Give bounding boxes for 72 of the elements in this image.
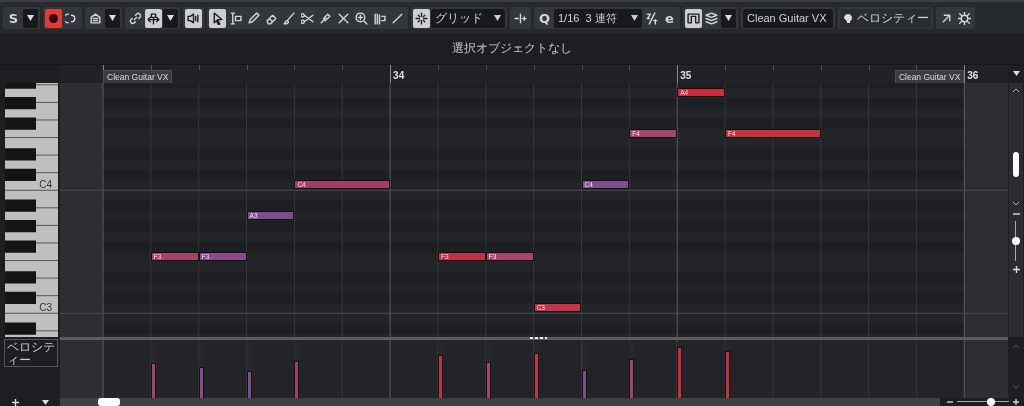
insert-icon [514,11,527,25]
speaker-icon [187,11,200,25]
scrollbar-thumb[interactable] [98,398,120,406]
scroll-down-icon[interactable] [1012,201,1020,207]
zoom-out-icon[interactable] [1011,211,1021,217]
velocity-bar[interactable] [198,367,204,398]
bracket-button[interactable] [685,8,702,28]
key-label: C4 [39,179,52,190]
pencil-icon [247,11,260,25]
stack-icon [705,11,718,25]
zoom-slider-thumb[interactable] [986,398,995,406]
bar-number: 36 [967,70,979,81]
fraction-icon [645,11,658,25]
dropdown[interactable]: 1/16 3 連符 [554,8,642,28]
caret-icon [167,15,174,21]
add-icon[interactable] [10,397,20,406]
dropdown-arrow-button[interactable] [163,8,178,28]
velocity-bar[interactable] [294,361,300,398]
horizontal-scrollbar[interactable] [60,398,940,406]
snap-button[interactable] [413,8,430,28]
velocity-bar[interactable] [581,370,587,398]
caret-icon [494,15,501,21]
lane-dropdown[interactable]: ベロシティー [840,8,931,28]
brush-icon [283,11,296,25]
dropdown[interactable]: グリッド [431,8,505,28]
lane-label: ベロシティー [7,341,55,366]
dropdown-arrow-button[interactable] [105,8,120,28]
velocity-bar[interactable] [437,354,443,398]
caret-icon [725,15,732,21]
speaker-button[interactable] [185,8,202,28]
key-label: C3 [39,302,52,313]
splitter-handle[interactable] [530,337,547,339]
scissors-icon [301,11,314,25]
snap-icon [415,11,428,25]
bar-number: 34 [393,70,405,81]
velocity-bar[interactable] [246,371,252,398]
bracket-icon [687,11,700,25]
toolbar-button[interactable]: e [661,8,678,28]
zoom-slider-thumb[interactable] [1012,237,1020,245]
pointer-icon [211,11,224,25]
scroll-up-icon[interactable] [1012,87,1020,93]
zoom-in-icon[interactable] [1012,398,1020,406]
dropdown-arrow-icon[interactable] [40,397,50,406]
velocity-bar[interactable] [485,362,491,398]
record-button[interactable] [45,8,62,28]
mute-icon [337,11,350,25]
bar-number: 35 [680,70,692,81]
range-icon [229,11,242,25]
pointer-button[interactable] [209,8,226,28]
zoom-in-icon[interactable] [1011,265,1021,274]
caret-icon [27,15,34,21]
settings-icon [958,11,971,25]
link-icon [129,11,142,25]
velocity-bar[interactable] [150,362,156,398]
caret-icon [631,15,638,21]
line-icon [391,11,404,25]
dropdown-arrow-button[interactable] [23,8,38,28]
snap-move-button[interactable] [145,8,162,28]
caret-icon [109,15,116,21]
velocity-bar[interactable] [629,358,635,398]
zoom-icon [355,11,368,25]
info-line: 選択オブジェクトなし [452,40,572,57]
dropdown[interactable]: Clean Guitar VX [743,8,833,28]
toolbar-button[interactable]: Q [536,8,553,28]
circle-icon [49,13,58,23]
dropdown-arrow-button[interactable] [721,8,736,28]
scrollbar-thumb[interactable] [1013,152,1019,177]
velocity-bar[interactable] [533,353,539,398]
house-icon [89,11,102,25]
snap-move-icon [147,11,160,25]
bars-icon [373,11,386,25]
zoom-out-icon[interactable] [946,398,954,406]
